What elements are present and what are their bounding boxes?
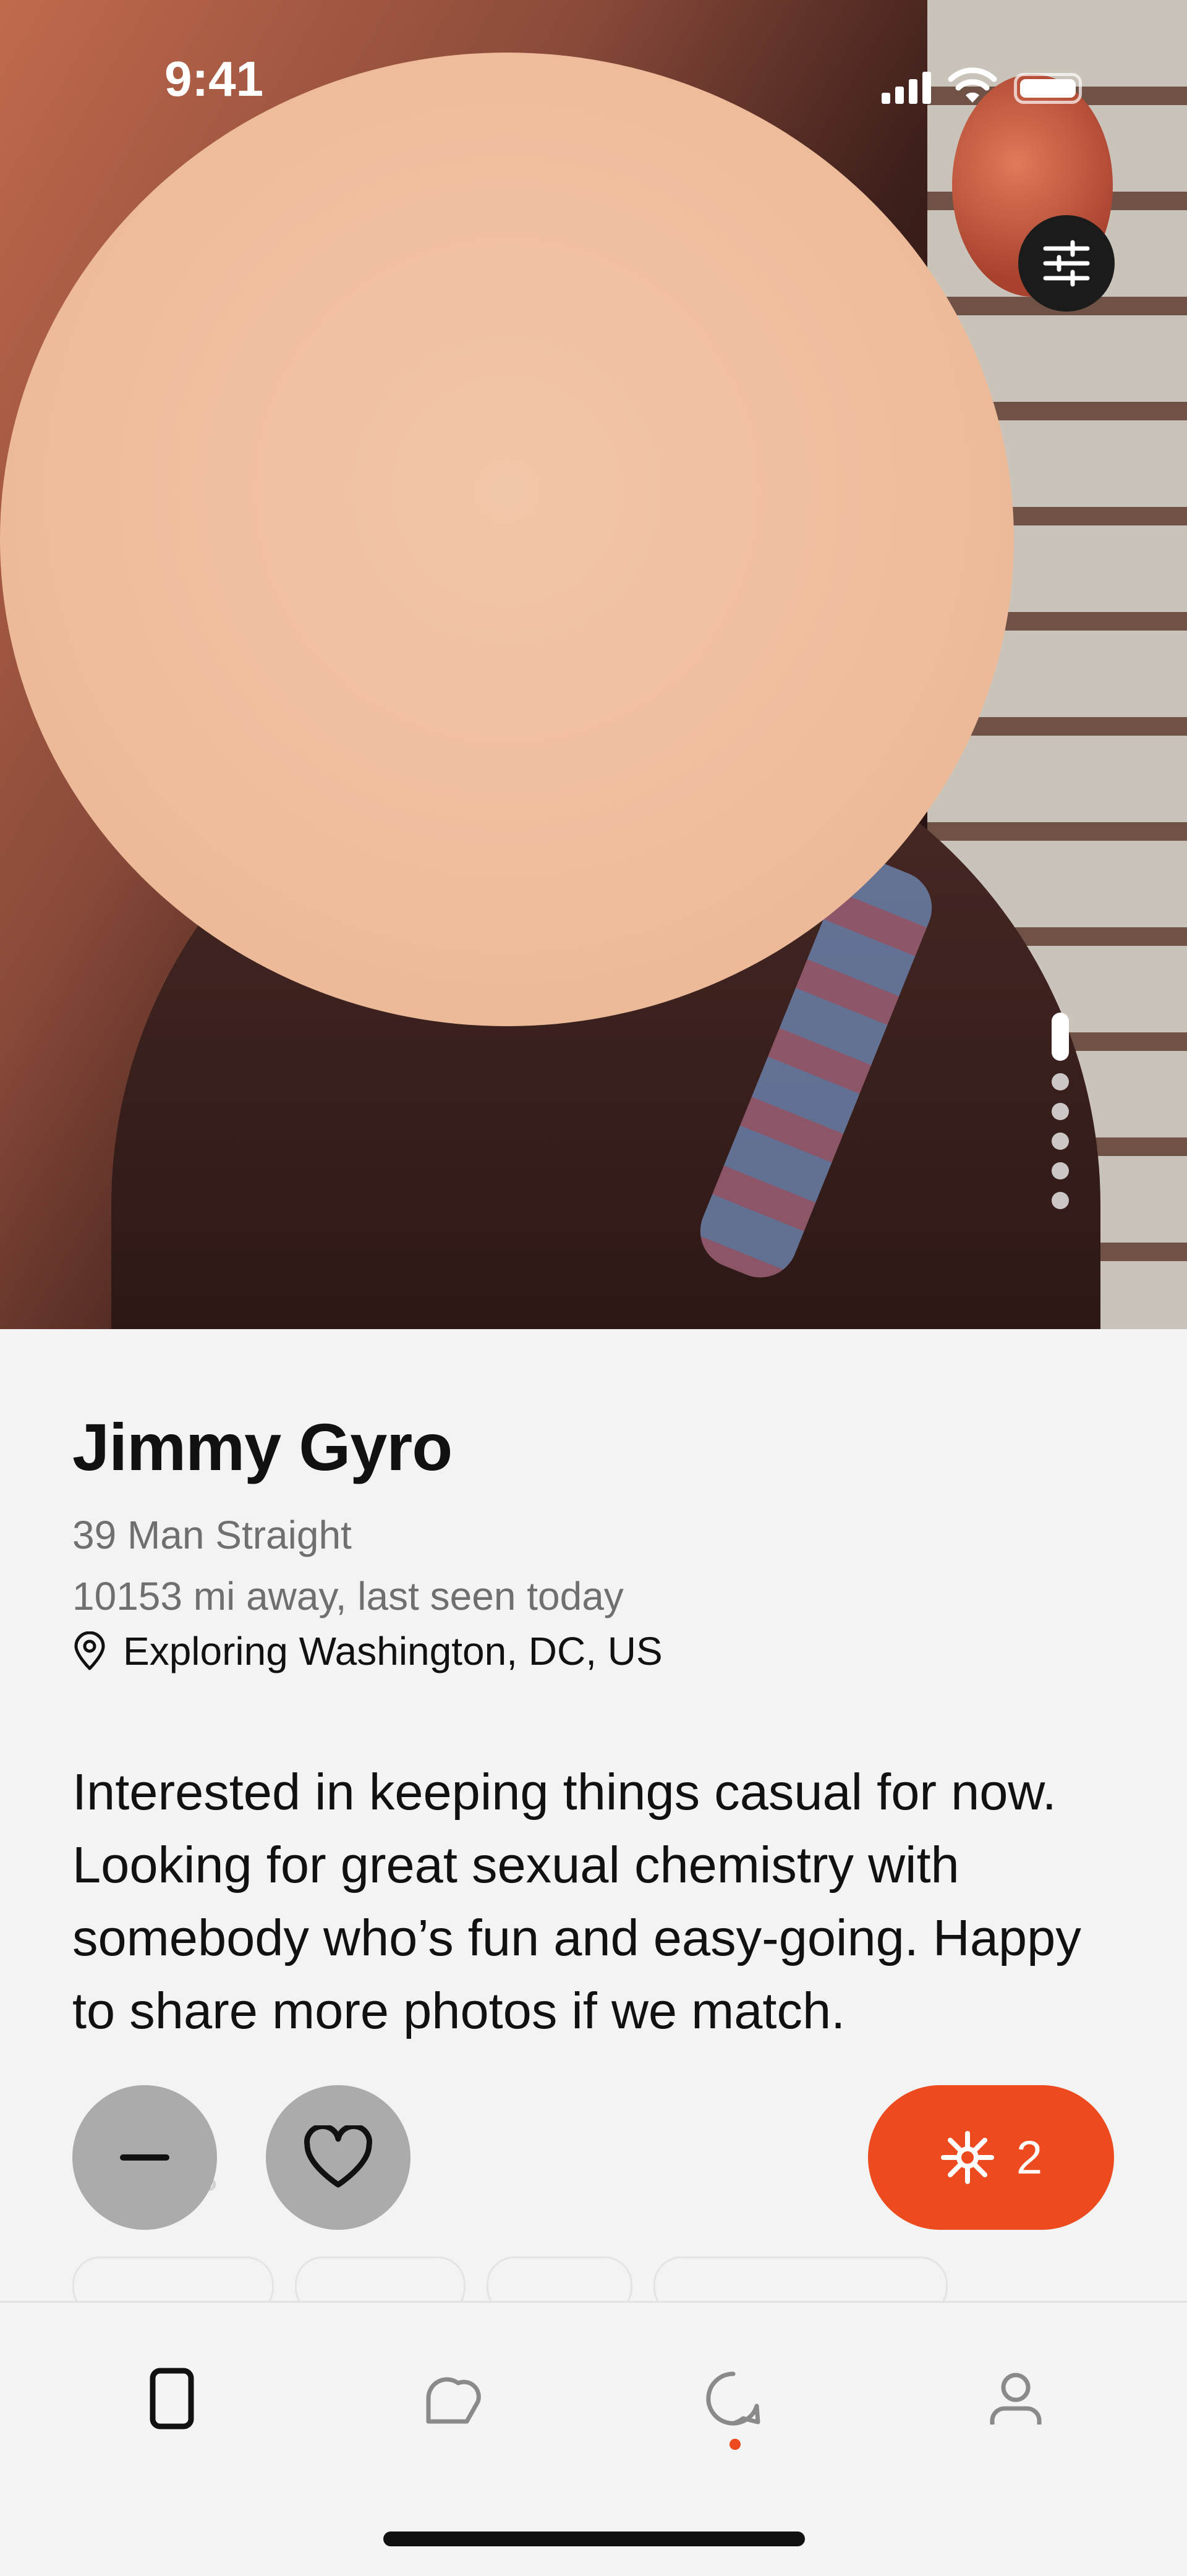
battery-icon	[1014, 73, 1082, 104]
profile-name: Jimmy Gyro	[72, 1409, 453, 1484]
superlike-count: 2	[1016, 2131, 1043, 2184]
heart-icon	[304, 2125, 372, 2188]
pager-indicator-active[interactable]	[1052, 1013, 1069, 1061]
location-text: Exploring Washington, DC, US	[123, 1629, 663, 1673]
home-indicator	[383, 2531, 805, 2546]
pager-indicator[interactable]	[1052, 1103, 1069, 1120]
profile-details: 39 Man Straight	[72, 1513, 352, 1557]
pager-indicator[interactable]	[1052, 1192, 1069, 1209]
status-bar: 9:41	[0, 0, 1187, 104]
pager-indicator[interactable]	[1052, 1133, 1069, 1150]
chat-bubble-icon	[706, 2371, 760, 2426]
face-blur-overlay	[0, 53, 1014, 1026]
status-icons	[882, 67, 1082, 104]
person-icon	[990, 2373, 1042, 2425]
superlike-button[interactable]: 2	[868, 2085, 1114, 2230]
tab-discover[interactable]	[135, 2361, 209, 2436]
profile-location: Exploring Washington, DC, US	[72, 1628, 663, 1674]
profile-distance: 10153 mi away, last seen today	[72, 1574, 624, 1618]
tab-likes[interactable]	[416, 2361, 490, 2436]
location-pin-icon	[74, 1631, 105, 1670]
bottom-tab-bar	[0, 2301, 1187, 2576]
photo-pager[interactable]	[1051, 1013, 1070, 1209]
pager-indicator[interactable]	[1052, 1073, 1069, 1090]
sliders-icon	[1043, 240, 1090, 287]
profile-bio: Interested in keeping things casual for …	[72, 1763, 1081, 2039]
tab-chats[interactable]	[696, 2361, 770, 2436]
tab-profile[interactable]	[979, 2361, 1053, 2436]
chats-notification-dot	[730, 2439, 741, 2450]
like-button[interactable]	[266, 2085, 411, 2230]
phone-card-icon	[150, 2368, 194, 2429]
profile-photo[interactable]	[0, 0, 1187, 1329]
like-blob-icon	[426, 2377, 481, 2424]
cellular-signal-icon	[882, 72, 931, 104]
status-time: 9:41	[164, 51, 264, 106]
minus-icon	[120, 2154, 169, 2161]
sparkle-icon	[940, 2131, 994, 2184]
filter-button[interactable]	[1018, 215, 1115, 312]
pass-button[interactable]	[72, 2085, 217, 2230]
wifi-icon	[948, 67, 997, 103]
pager-indicator[interactable]	[1052, 1162, 1069, 1180]
